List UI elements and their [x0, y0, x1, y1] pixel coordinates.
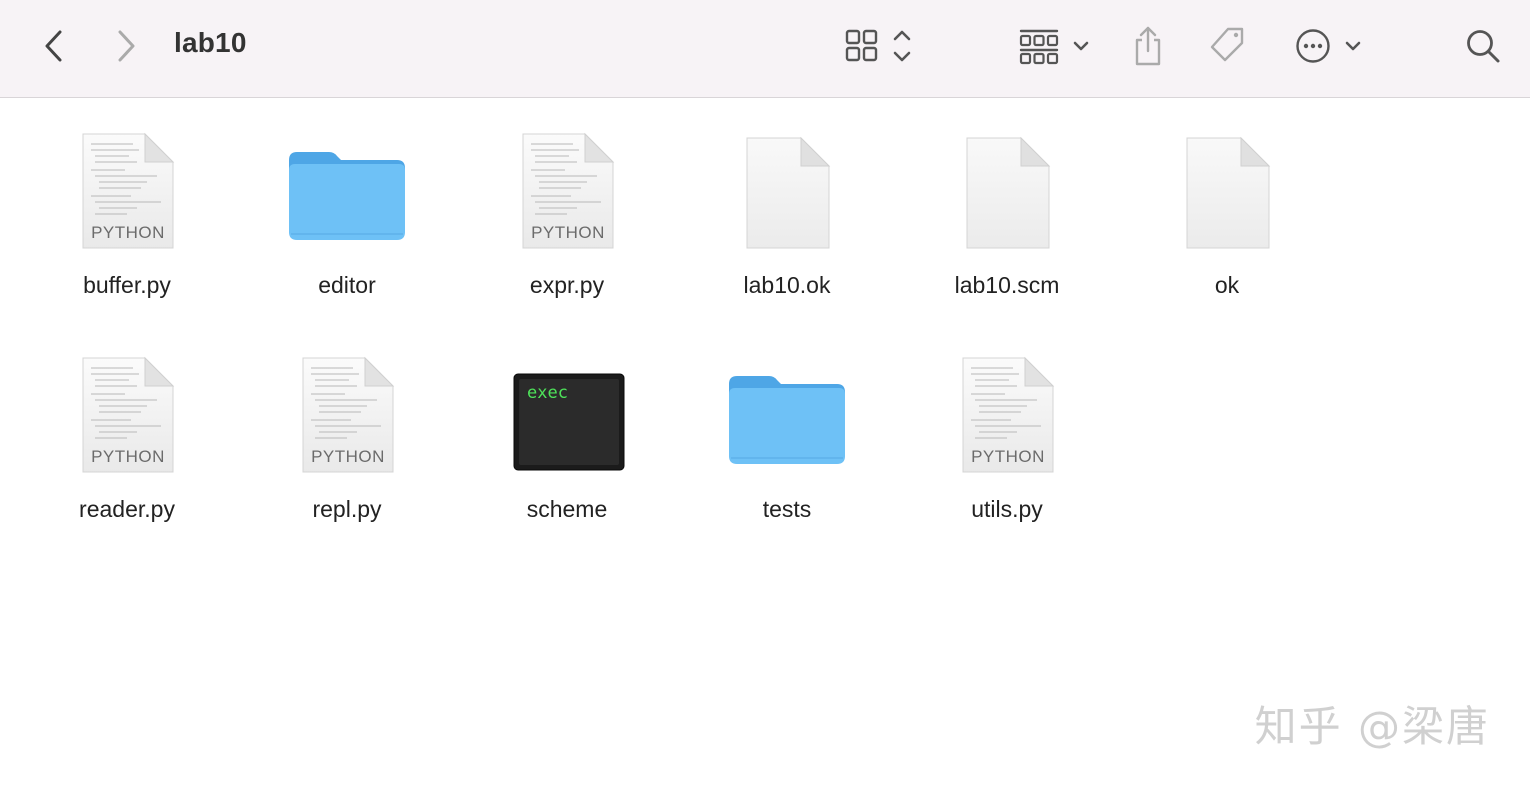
file-icon-wrapper: PYTHON [287, 354, 407, 478]
blank-document-icon [746, 136, 831, 249]
file-grid: PYTHON buffer.py editor PYTHON expr.py l… [0, 98, 1530, 790]
file-type-badge: PYTHON [971, 447, 1045, 466]
file-icon-wrapper [947, 130, 1067, 254]
file-item[interactable]: tests [687, 326, 887, 526]
file-name-label: ok [1214, 272, 1240, 298]
file-item[interactable]: PYTHON buffer.py [27, 102, 227, 302]
blank-document-icon [966, 136, 1051, 249]
python-file-icon: PYTHON [962, 356, 1055, 473]
grid-view-icon [845, 29, 911, 62]
file-name-label: buffer.py [83, 272, 171, 298]
file-item[interactable]: PYTHON repl.py [247, 326, 447, 526]
window-title: lab10 [174, 27, 247, 58]
file-name-label: utils.py [971, 496, 1043, 522]
python-file-icon: PYTHON [522, 132, 615, 249]
more-actions-button[interactable] [1290, 24, 1366, 68]
finder-window: lab10 PYTHON buffer.py editor PYTHON exp… [0, 0, 1530, 790]
forward-button[interactable] [106, 26, 146, 66]
file-name-label: scheme [526, 496, 608, 522]
blank-document-icon [1186, 136, 1271, 249]
python-file-icon: PYTHON [302, 356, 395, 473]
file-name-label: repl.py [312, 496, 382, 522]
file-icon-wrapper [287, 130, 407, 254]
file-item[interactable]: PYTHON utils.py [907, 326, 1107, 526]
folder-icon [729, 376, 845, 464]
file-item[interactable]: PYTHON expr.py [467, 102, 667, 302]
group-by-icon [1019, 29, 1089, 65]
chevron-right-icon [118, 30, 135, 62]
python-file-icon: PYTHON [82, 132, 175, 249]
terminal-exec-icon: exec [513, 373, 625, 471]
file-item[interactable]: ok [1127, 102, 1327, 302]
file-type-badge: exec [527, 383, 568, 403]
view-mode-button[interactable] [838, 24, 918, 68]
file-icon-wrapper: PYTHON [507, 130, 627, 254]
group-by-button[interactable] [1012, 24, 1096, 68]
file-item[interactable]: lab10.scm [907, 102, 1107, 302]
file-name-label: lab10.scm [954, 272, 1060, 298]
toolbar: lab10 [0, 0, 1530, 98]
file-icon-wrapper [727, 354, 847, 478]
file-name-label: expr.py [529, 272, 605, 298]
file-icon-wrapper: PYTHON [947, 354, 1067, 478]
file-item[interactable]: editor [247, 102, 447, 302]
share-button[interactable] [1126, 22, 1170, 70]
share-icon [1135, 26, 1161, 66]
folder-icon [289, 152, 405, 240]
file-item[interactable]: lab10.ok [687, 102, 887, 302]
watermark: 知乎 @梁唐 [1254, 702, 1490, 751]
search-icon [1467, 30, 1500, 63]
file-type-badge: PYTHON [91, 447, 165, 466]
chevron-left-icon [45, 30, 62, 62]
ellipsis-circle-icon [1296, 29, 1361, 63]
file-type-badge: PYTHON [311, 447, 385, 466]
file-icon-wrapper: PYTHON [67, 130, 187, 254]
search-button[interactable] [1460, 24, 1506, 68]
file-type-badge: PYTHON [531, 223, 605, 242]
tag-button[interactable] [1204, 22, 1250, 70]
python-file-icon: PYTHON [82, 356, 175, 473]
file-item[interactable]: PYTHON reader.py [27, 326, 227, 526]
file-name-label: reader.py [79, 496, 175, 522]
file-name-label: editor [318, 272, 376, 298]
file-item[interactable]: exec scheme [467, 326, 667, 526]
file-name-label: tests [762, 496, 812, 522]
file-icon-wrapper [727, 130, 847, 254]
file-icon-wrapper [1167, 130, 1287, 254]
file-icon-wrapper: PYTHON [67, 354, 187, 478]
back-button[interactable] [34, 26, 74, 66]
file-type-badge: PYTHON [91, 223, 165, 242]
file-icon-wrapper: exec [507, 354, 627, 478]
tag-icon [1210, 27, 1244, 62]
file-name-label: lab10.ok [743, 272, 831, 298]
